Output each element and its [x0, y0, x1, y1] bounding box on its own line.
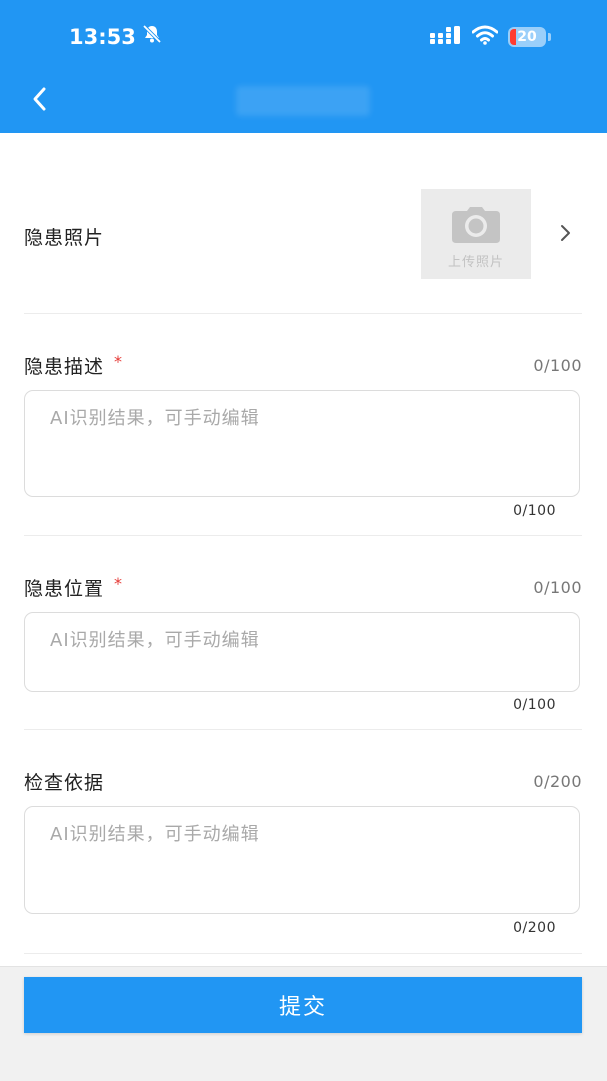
- description-label: 隐患描述: [24, 355, 105, 378]
- camera-icon: [451, 207, 501, 247]
- location-input[interactable]: AI识别结果，可手动编辑: [24, 612, 580, 692]
- description-header: 隐患描述 * 0/100: [24, 350, 582, 380]
- description-sub-counter: 0/100: [513, 503, 556, 519]
- photo-label: 隐患照片: [24, 227, 105, 249]
- back-button[interactable]: [24, 84, 54, 118]
- basis-input[interactable]: AI识别结果，可手动编辑: [24, 806, 580, 914]
- footer-bar: 提交: [0, 966, 607, 1081]
- location-counter: 0/100: [533, 577, 582, 597]
- description-counter: 0/100: [533, 355, 582, 375]
- battery-low-fill: [510, 29, 516, 45]
- basis-counter: 0/200: [533, 771, 582, 791]
- page-title-obscured: [236, 86, 370, 116]
- basis-label: 检查依据: [24, 771, 105, 794]
- required-mark: *: [114, 351, 123, 371]
- required-mark: *: [114, 573, 123, 593]
- status-bar-time: 13:53: [69, 22, 162, 52]
- location-sub-counter: 0/100: [513, 697, 556, 713]
- top-bar: 13:53 20: [0, 0, 607, 133]
- chevron-left-icon: [30, 86, 48, 116]
- wifi-icon: [471, 25, 499, 49]
- description-label-wrap: 隐患描述 *: [24, 352, 122, 379]
- location-label-wrap: 隐患位置 *: [24, 574, 122, 601]
- bell-muted-icon: [142, 22, 162, 52]
- time-text: 13:53: [69, 25, 136, 49]
- description-input[interactable]: AI识别结果，可手动编辑: [24, 390, 580, 497]
- battery-icon: 20: [508, 27, 546, 47]
- upload-photo-button[interactable]: 上传照片: [421, 189, 531, 279]
- basis-placeholder: AI识别结果，可手动编辑: [50, 824, 260, 845]
- submit-label: 提交: [278, 995, 327, 1020]
- basis-sub-counter: 0/200: [513, 920, 556, 936]
- location-header: 隐患位置 * 0/100: [24, 572, 582, 602]
- location-placeholder: AI识别结果，可手动编辑: [50, 630, 260, 651]
- basis-section: 检查依据 0/200 AI识别结果，可手动编辑 0/200: [24, 766, 582, 954]
- submit-button[interactable]: 提交: [24, 977, 582, 1033]
- battery-tip: [548, 33, 551, 41]
- basis-header: 检查依据 0/200: [24, 766, 582, 796]
- upload-photo-text: 上传照片: [447, 255, 504, 270]
- signal-icon: [430, 26, 462, 48]
- photo-row: 隐患照片 上传照片: [24, 175, 582, 314]
- chevron-right-icon[interactable]: [558, 223, 572, 247]
- battery-level: 20: [517, 29, 537, 45]
- location-label: 隐患位置: [24, 577, 105, 600]
- status-bar-icons: 20: [430, 24, 551, 50]
- description-placeholder: AI识别结果，可手动编辑: [50, 408, 260, 429]
- description-section: 隐患描述 * 0/100 AI识别结果，可手动编辑 0/100: [24, 350, 582, 536]
- location-section: 隐患位置 * 0/100 AI识别结果，可手动编辑 0/100: [24, 572, 582, 730]
